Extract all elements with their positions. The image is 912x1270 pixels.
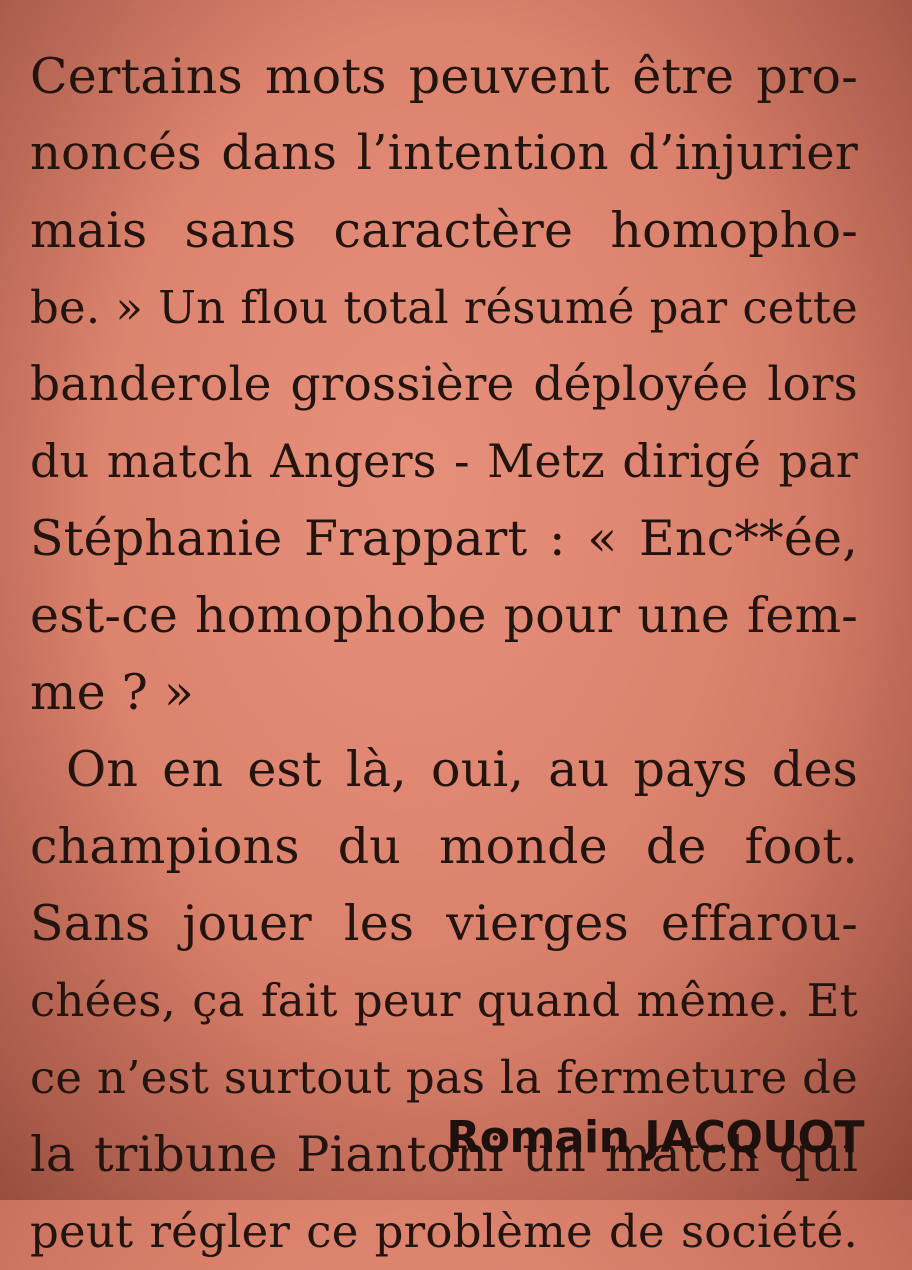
- text-line: est-ce homophobe pour une fem-: [30, 587, 858, 644]
- text-line: Sans jouer les vierges effarou-: [30, 895, 858, 952]
- text-line: chées, ça fait peur quand même. Et: [30, 974, 858, 1027]
- text-line: be. » Un flou total résumé par cette: [30, 281, 858, 334]
- text-line: du match Angers - Metz dirigé par: [30, 434, 858, 488]
- article-column: Certains mots peuvent être pro- noncés d…: [30, 38, 858, 1270]
- text-line: On en est là, oui, au pays des: [66, 741, 858, 798]
- text-line: ce n’est surtout pas la fermeture de: [30, 1051, 858, 1104]
- text-line: peut régler ce problème de société.: [30, 1205, 858, 1258]
- text-line: champions du monde de foot.: [30, 818, 858, 875]
- text-line: Certains mots peuvent être pro-: [30, 48, 858, 105]
- author-byline: Romain JACQUOT: [446, 1112, 864, 1163]
- text-line: noncés dans l’intention d’injurier: [30, 125, 858, 181]
- text-line: me ? »: [30, 664, 195, 721]
- text-line: banderole grossière déployée lors: [30, 357, 858, 412]
- paragraph-1: Certains mots peuvent être pro- noncés d…: [30, 38, 858, 731]
- paragraph-2: On en est là, oui, au pays des champions…: [30, 731, 858, 1270]
- text-line: Stéphanie Frappart : « Enc**ée,: [30, 510, 858, 567]
- text-line: mais sans caractère homopho-: [30, 202, 858, 259]
